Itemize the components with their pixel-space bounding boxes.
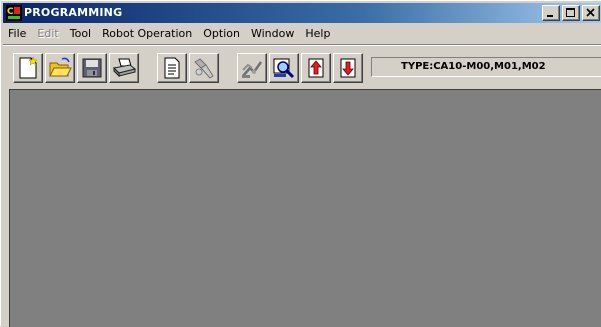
upload-icon: [308, 58, 324, 78]
upload-button[interactable]: [301, 53, 331, 83]
minimize-button[interactable]: [542, 5, 560, 21]
print-button[interactable]: [109, 53, 139, 83]
toolbar: TYPE:CA10-M00,M01,M02: [3, 47, 601, 89]
maximize-icon: [566, 8, 575, 17]
print-icon: [112, 58, 136, 78]
svg-text:C: C: [7, 7, 14, 17]
new-file-button[interactable]: [13, 53, 43, 83]
close-button[interactable]: [582, 5, 600, 21]
find-icon: [194, 58, 214, 79]
download-icon: [340, 58, 356, 78]
robot-button[interactable]: [237, 53, 267, 83]
window-title: PROGRAMMING: [24, 6, 123, 19]
robot-icon: [242, 61, 263, 78]
menu-tool[interactable]: Tool: [65, 25, 97, 43]
search-icon: [273, 58, 295, 79]
menu-robot-operation[interactable]: Robot Operation: [97, 25, 198, 43]
save-button[interactable]: [77, 53, 107, 83]
robot-type-display: TYPE:CA10-M00,M01,M02: [371, 57, 601, 77]
open-button[interactable]: [45, 53, 75, 83]
close-icon: [586, 8, 595, 17]
toolbar-divider: [3, 44, 601, 46]
document-icon: [164, 57, 180, 79]
document-button[interactable]: [157, 53, 187, 83]
search-button[interactable]: [269, 53, 299, 83]
download-button[interactable]: [333, 53, 363, 83]
menu-bar: File Edit Tool Robot Operation Option Wi…: [3, 25, 601, 43]
app-logo-icon: C: [6, 5, 22, 21]
programming-window: C PROGRAMMING File Edit Tool Robot Opera…: [0, 0, 601, 327]
menu-window[interactable]: Window: [246, 25, 300, 43]
menu-file[interactable]: File: [3, 25, 32, 43]
open-folder-icon: [49, 57, 72, 77]
find-button[interactable]: [189, 53, 219, 83]
title-bar[interactable]: C PROGRAMMING: [3, 3, 601, 23]
menu-option[interactable]: Option: [198, 25, 246, 43]
maximize-button[interactable]: [562, 5, 580, 21]
mdi-workspace[interactable]: [9, 89, 601, 327]
menu-help[interactable]: Help: [300, 25, 336, 43]
menu-edit[interactable]: Edit: [32, 25, 64, 43]
save-icon: [82, 58, 102, 78]
minimize-icon: [547, 15, 553, 17]
new-file-icon: [19, 56, 38, 79]
